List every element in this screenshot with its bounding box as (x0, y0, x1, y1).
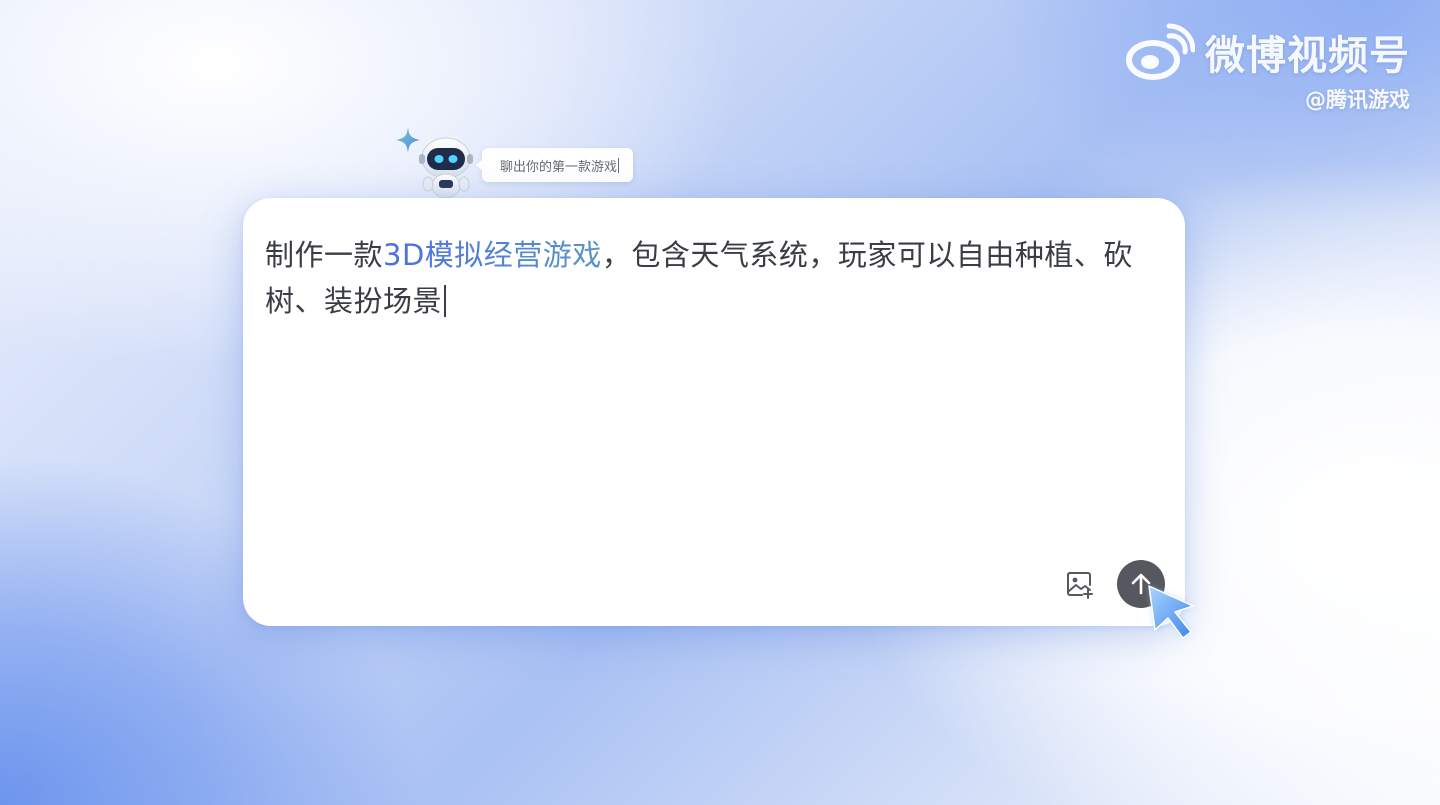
weibo-logo-icon (1126, 23, 1195, 80)
watermark: 微博视频号 @腾讯游戏 (1125, 22, 1410, 114)
prompt-input[interactable]: 制作一款3D模拟经营游戏，包含天气系统，玩家可以自由种植、砍树、装扮场景 (265, 232, 1165, 324)
prompt-text-before: 制作一款 (265, 238, 384, 272)
robot-mascot-icon (419, 137, 473, 199)
bubble-text-caret (618, 157, 620, 173)
watermark-handle: @腾讯游戏 (1305, 88, 1410, 112)
prompt-input-card[interactable]: 制作一款3D模拟经营游戏，包含天气系统，玩家可以自由种植、砍树、装扮场景 (243, 198, 1185, 626)
watermark-brand-row: 微博视频号 (1125, 22, 1410, 82)
prompt-highlight: 3D模拟经营游戏 (383, 238, 602, 272)
image-upload-button[interactable] (1063, 568, 1095, 600)
assistant-bubble-text: 聊出你的第一款游戏 (500, 159, 618, 175)
mouse-pointer-icon (1148, 585, 1194, 639)
assistant-speech-bubble: 聊出你的第一款游戏 (475, 148, 634, 182)
image-upload-icon (1067, 572, 1093, 599)
watermark-brand: 微博视频号 (1205, 33, 1410, 79)
assistant-mascot (395, 126, 485, 200)
text-caret (444, 285, 447, 317)
